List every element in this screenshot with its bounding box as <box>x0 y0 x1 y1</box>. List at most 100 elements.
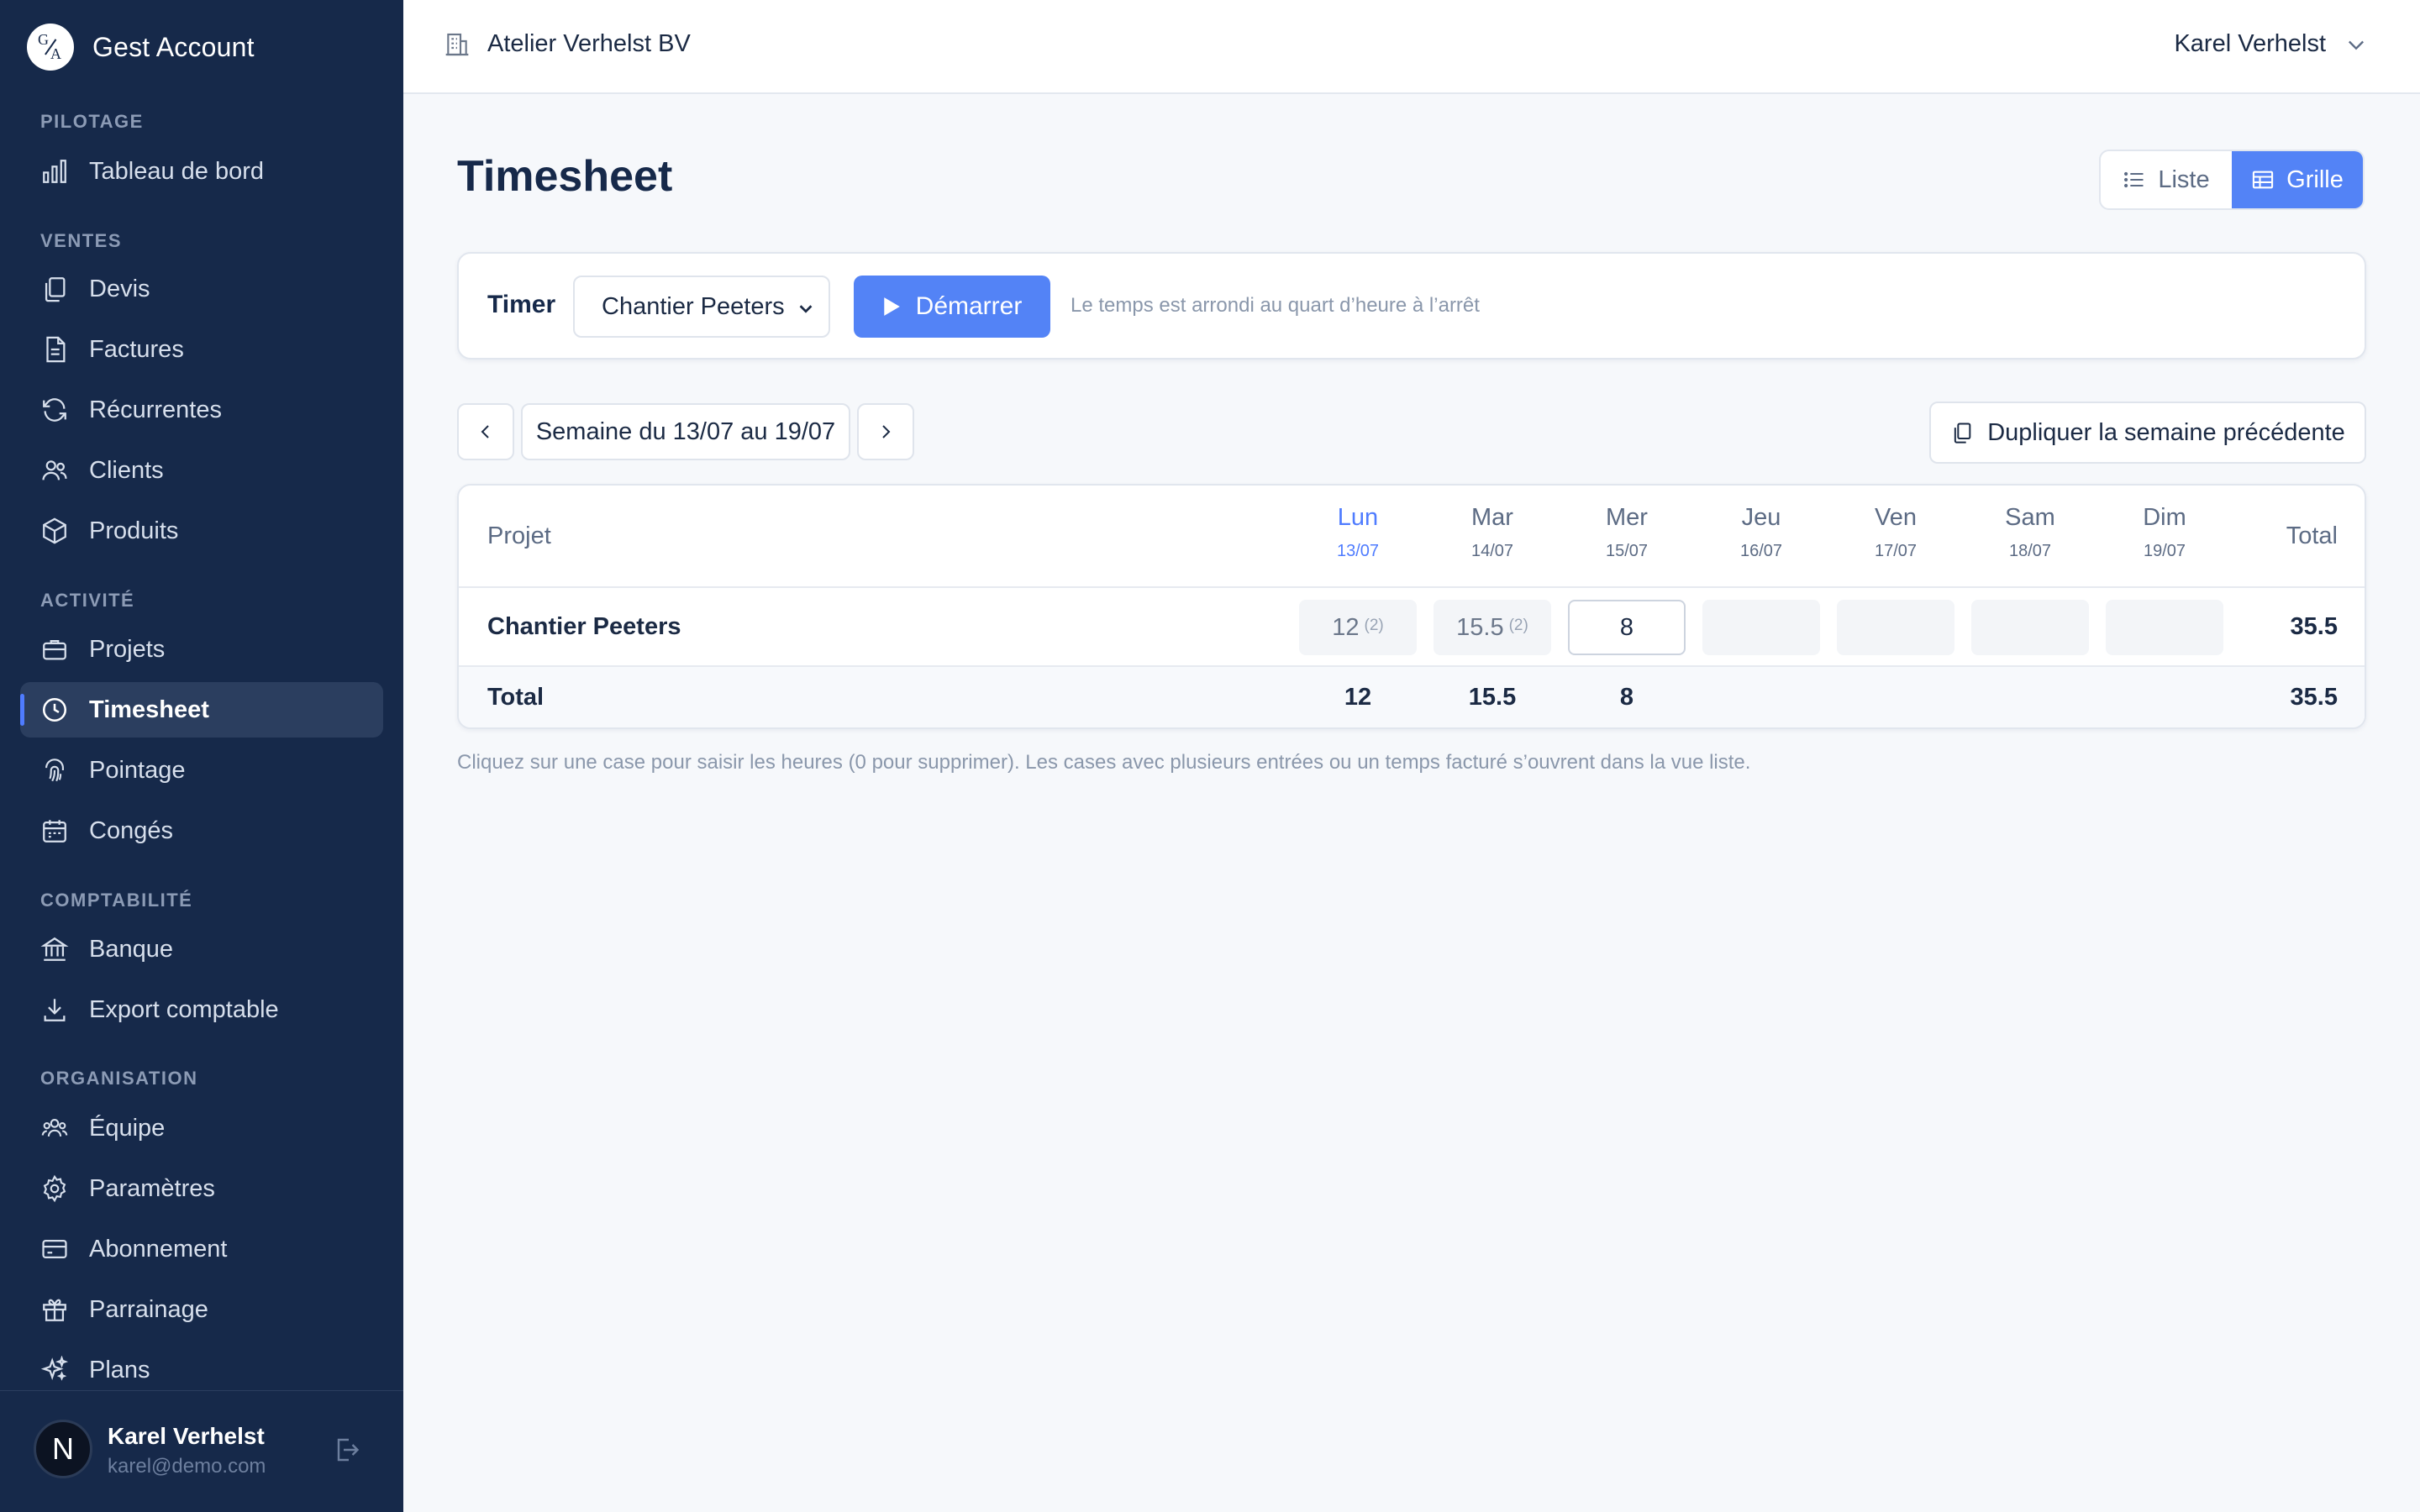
next-week-button[interactable] <box>857 403 914 460</box>
section-comptabilite: COMPTABILITÉ <box>40 890 193 911</box>
column-day-jeu: Jeu 16/07 <box>1702 504 1820 561</box>
section-activite: ACTIVITÉ <box>40 590 135 611</box>
column-day-sam: Sam 18/07 <box>1971 504 2089 561</box>
hours-cell[interactable]: 12 (2) <box>1299 600 1417 655</box>
clock-icon <box>42 697 67 722</box>
sidebar-item-parametres[interactable]: Paramètres <box>20 1161 383 1216</box>
logo-letter-g: G <box>38 31 49 48</box>
column-day-dim: Dim 19/07 <box>2106 504 2223 561</box>
sidebar-item-factures[interactable]: Factures <box>20 322 383 377</box>
view-liste-label: Liste <box>2158 165 2210 193</box>
week-selector[interactable]: Semaine du 13/07 au 19/07 <box>521 403 850 460</box>
page-title: Timesheet <box>457 152 673 201</box>
users-icon <box>42 460 67 480</box>
brand[interactable]: G A Gest Account <box>27 24 255 71</box>
user-email: karel@demo.com <box>108 1455 266 1478</box>
user-menu[interactable]: Karel Verhelst <box>2174 30 2368 58</box>
sidebar-item-produits[interactable]: Produits <box>20 503 383 559</box>
sidebar-item-pointage[interactable]: Pointage <box>20 743 383 798</box>
timer-card: Timer Chantier Peeters Démarrer Le temps… <box>457 252 2366 360</box>
invoice-icon <box>46 336 66 363</box>
sidebar-item-parrainage[interactable]: Parrainage <box>20 1282 383 1337</box>
row-project-name: Chantier Peeters <box>487 613 681 640</box>
entry-count: (2) <box>1364 617 1384 634</box>
bar-chart-icon <box>43 160 66 183</box>
timesheet-grid: Projet Lun 13/07 Mar 14/07 Mer 15/07 Jeu… <box>457 484 2366 729</box>
hours-cell[interactable] <box>1702 600 1820 655</box>
sidebar-item-label: Équipe <box>89 1114 166 1142</box>
section-ventes: VENTES <box>40 230 123 251</box>
column-day-mar: Mar 14/07 <box>1434 504 1551 561</box>
hours-value: 15.5 <box>1456 613 1504 641</box>
sparkles-icon <box>40 1356 69 1381</box>
section-organisation: ORGANISATION <box>40 1068 198 1089</box>
sidebar-item-banque[interactable]: Banque <box>20 921 383 977</box>
day-name: Ven <box>1875 504 1917 531</box>
brand-logo: G A <box>27 24 74 71</box>
timer-label: Timer <box>487 291 556 318</box>
list-icon <box>2124 171 2144 188</box>
play-icon <box>883 297 900 316</box>
row-total: 35.5 <box>2290 613 2338 640</box>
sidebar-item-label: Abonnement <box>89 1235 228 1263</box>
sidebar-item-recurrentes[interactable]: Récurrentes <box>20 382 383 438</box>
sidebar-item-tableau-de-bord[interactable]: Tableau de bord <box>20 144 383 199</box>
column-total: Total <box>2286 522 2338 549</box>
user-menu-name: Karel Verhelst <box>2174 30 2326 57</box>
chevron-left-icon <box>481 425 489 438</box>
day-name: Mar <box>1471 504 1513 531</box>
view-grille-button[interactable]: Grille <box>2232 151 2363 208</box>
refresh-icon <box>43 398 66 422</box>
hours-cell[interactable]: 15.5 (2) <box>1434 600 1551 655</box>
timer-hint: Le temps est arrondi au quart d’heure à … <box>1071 294 1480 317</box>
sidebar-item-clients[interactable]: Clients <box>20 443 383 498</box>
column-day-lun: Lun 13/07 <box>1299 504 1417 561</box>
day-date: 13/07 <box>1336 542 1380 560</box>
day-date: 17/07 <box>1874 542 1918 560</box>
chevron-down-icon <box>799 305 813 313</box>
sidebar-item-timesheet[interactable]: Timesheet <box>20 682 383 738</box>
box-icon <box>43 517 66 544</box>
day-total: 8 <box>1619 684 1634 711</box>
day-date: 15/07 <box>1605 542 1649 560</box>
logo-letter-a: A <box>50 45 61 62</box>
sidebar-item-abonnement[interactable]: Abonnement <box>20 1221 383 1277</box>
sidebar-item-label: Clients <box>89 456 164 484</box>
view-toggle: Liste Grille <box>2099 150 2365 210</box>
sidebar-item-label: Projets <box>89 635 166 663</box>
company-name: Atelier Verhelst BV <box>487 30 691 57</box>
sidebar-item-label: Plans <box>89 1356 150 1383</box>
sidebar-item-label: Factures <box>89 335 184 363</box>
start-timer-button[interactable]: Démarrer <box>854 276 1050 338</box>
day-total: 12 <box>1344 684 1372 711</box>
hours-input[interactable]: 8 <box>1568 600 1686 655</box>
day-name: Dim <box>2143 504 2186 531</box>
logout-icon[interactable] <box>331 1435 361 1465</box>
copy-icon <box>1954 423 1971 444</box>
hours-cell[interactable] <box>2106 600 2223 655</box>
user-panel: N Karel Verhelst karel@demo.com <box>0 1390 403 1512</box>
chevron-down-icon <box>2349 40 2364 50</box>
brand-name: Gest Account <box>92 31 255 62</box>
duplicate-week-button[interactable]: Dupliquer la semaine précédente <box>1929 402 2366 464</box>
hours-value: 12 <box>1332 613 1360 641</box>
timer-project-select[interactable]: Chantier Peeters <box>573 276 830 338</box>
sidebar-item-devis[interactable]: Devis <box>20 261 383 317</box>
topbar: Atelier Verhelst BV Karel Verhelst <box>403 0 2420 94</box>
sidebar-item-export-comptable[interactable]: Export comptable <box>20 982 383 1037</box>
credit-card-icon <box>42 1239 67 1259</box>
avatar[interactable]: N <box>34 1420 92 1478</box>
previous-week-button[interactable] <box>457 403 514 460</box>
company-switcher[interactable]: Atelier Verhelst BV <box>444 30 691 58</box>
sidebar-item-equipe[interactable]: Équipe <box>20 1100 383 1156</box>
sidebar-item-label: Parrainage <box>89 1295 208 1323</box>
sidebar-item-conges[interactable]: Congés <box>20 803 383 858</box>
sidebar-item-label: Devis <box>89 275 150 302</box>
hours-cell[interactable] <box>1837 600 1954 655</box>
team-icon <box>41 1119 68 1137</box>
download-icon <box>44 999 66 1021</box>
sidebar-item-projets[interactable]: Projets <box>20 622 383 677</box>
fingerprint-icon <box>45 759 64 782</box>
view-liste-button[interactable]: Liste <box>2101 151 2232 208</box>
hours-cell[interactable] <box>1971 600 2089 655</box>
